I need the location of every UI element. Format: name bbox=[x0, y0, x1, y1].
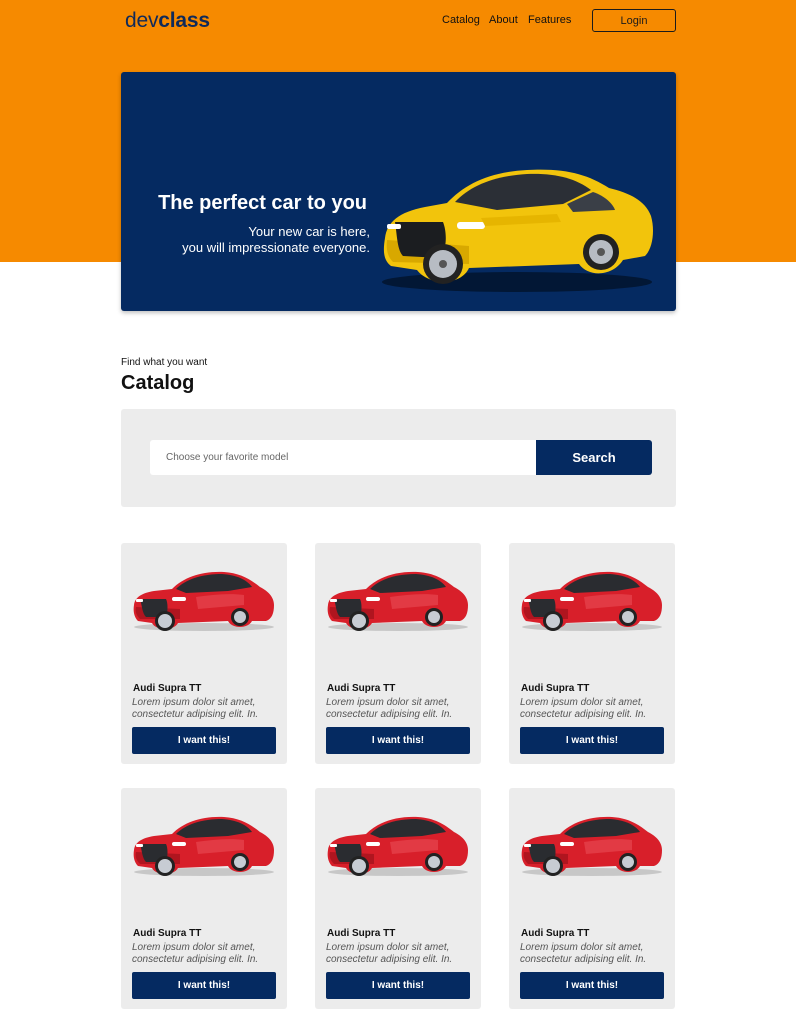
hero-banner: The perfect car to you Your new car is h… bbox=[121, 72, 676, 311]
car-image bbox=[327, 816, 468, 876]
nav-link-about[interactable]: About bbox=[489, 14, 518, 26]
car-image bbox=[133, 571, 274, 631]
card-description: Lorem ipsum dolor sit amet, consectetur a… bbox=[520, 942, 670, 966]
i-want-this-button[interactable]: I want this! bbox=[132, 727, 276, 754]
catalog-card: Audi Supra TT Lorem ipsum dolor sit amet… bbox=[121, 788, 287, 1009]
car-image bbox=[133, 816, 274, 876]
logo-light-text: dev bbox=[125, 9, 159, 32]
top-navbar: devclass Catalog About Features Login bbox=[0, 0, 796, 42]
card-title: Audi Supra TT bbox=[521, 928, 590, 939]
card-description-line-1: Lorem ipsum dolor sit amet, bbox=[326, 697, 450, 708]
card-description-line-1: Lorem ipsum dolor sit amet, bbox=[520, 942, 644, 953]
catalog-title: Catalog bbox=[121, 372, 195, 394]
card-description-line-1: Lorem ipsum dolor sit amet, bbox=[132, 697, 256, 708]
card-description-line-1: Lorem ipsum dolor sit amet, bbox=[520, 697, 644, 708]
card-description: Lorem ipsum dolor sit amet, consectetur a… bbox=[326, 697, 476, 721]
card-description: Lorem ipsum dolor sit amet, consectetur a… bbox=[132, 942, 282, 966]
logo-bold-text: class bbox=[158, 9, 210, 32]
card-description: Lorem ipsum dolor sit amet, consectetur a… bbox=[520, 697, 670, 721]
card-description-line-1: Lorem ipsum dolor sit amet, bbox=[132, 942, 256, 953]
car-image bbox=[327, 571, 468, 631]
card-title: Audi Supra TT bbox=[133, 683, 202, 694]
hero-subtitle-line-2: you will impressionate everyone. bbox=[182, 240, 370, 255]
login-button[interactable]: Login bbox=[592, 9, 676, 32]
card-description: Lorem ipsum dolor sit amet, consectetur a… bbox=[326, 942, 476, 966]
card-description-line-1: Lorem ipsum dolor sit amet, bbox=[326, 942, 450, 953]
catalog-card: Audi Supra TT Lorem ipsum dolor sit amet… bbox=[509, 788, 675, 1009]
card-title: Audi Supra TT bbox=[521, 683, 590, 694]
card-title: Audi Supra TT bbox=[133, 928, 202, 939]
car-image bbox=[521, 816, 662, 876]
hero-subtitle: Your new car is here, you will impressio… bbox=[182, 224, 370, 256]
catalog-card: Audi Supra TT Lorem ipsum dolor sit amet… bbox=[509, 543, 675, 764]
card-title: Audi Supra TT bbox=[327, 928, 396, 939]
hero-car-image bbox=[382, 169, 653, 292]
card-description-line-2: consectetur adipising elit. In. bbox=[520, 709, 647, 720]
search-panel: Search bbox=[121, 409, 676, 507]
card-description-line-2: consectetur adipising elit. In. bbox=[520, 954, 647, 965]
card-description: Lorem ipsum dolor sit amet, consectetur a… bbox=[132, 697, 282, 721]
hero-title: The perfect car to you bbox=[158, 192, 367, 214]
search-button[interactable]: Search bbox=[536, 440, 652, 475]
card-description-line-2: consectetur adipising elit. In. bbox=[132, 709, 259, 720]
catalog-card: Audi Supra TT Lorem ipsum dolor sit amet… bbox=[315, 788, 481, 1009]
nav-link-features[interactable]: Features bbox=[528, 14, 571, 26]
i-want-this-button[interactable]: I want this! bbox=[132, 972, 276, 999]
catalog-card: Audi Supra TT Lorem ipsum dolor sit amet… bbox=[315, 543, 481, 764]
nav-link-catalog[interactable]: Catalog bbox=[442, 14, 480, 26]
i-want-this-button[interactable]: I want this! bbox=[326, 727, 470, 754]
i-want-this-button[interactable]: I want this! bbox=[520, 727, 664, 754]
card-description-line-2: consectetur adipising elit. In. bbox=[326, 709, 453, 720]
catalog-kicker: Find what you want bbox=[121, 357, 208, 368]
i-want-this-button[interactable]: I want this! bbox=[520, 972, 664, 999]
i-want-this-button[interactable]: I want this! bbox=[326, 972, 470, 999]
card-description-line-2: consectetur adipising elit. In. bbox=[132, 954, 259, 965]
logo[interactable]: devclass bbox=[125, 9, 210, 33]
card-description-line-2: consectetur adipising elit. In. bbox=[326, 954, 453, 965]
hero-subtitle-line-1: Your new car is here, bbox=[248, 224, 370, 239]
search-input[interactable] bbox=[150, 440, 537, 475]
card-title: Audi Supra TT bbox=[327, 683, 396, 694]
car-image bbox=[521, 571, 662, 631]
catalog-card: Audi Supra TT Lorem ipsum dolor sit amet… bbox=[121, 543, 287, 764]
